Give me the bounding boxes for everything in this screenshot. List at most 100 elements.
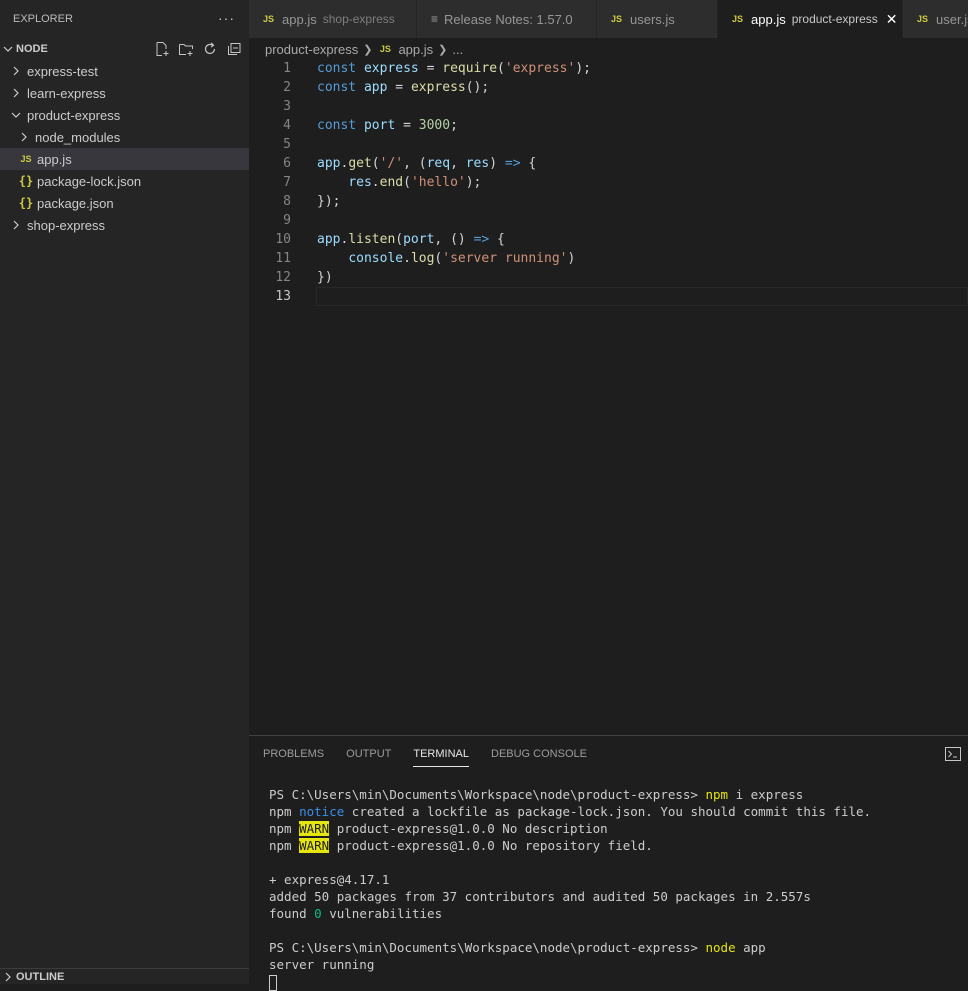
line-number: 11: [275, 251, 291, 266]
code-text: res.end('hello');: [317, 175, 481, 190]
terminal-token: product-express@1.0.0 No description: [329, 821, 608, 836]
terminal-line: [269, 973, 871, 991]
tree-item-app-js[interactable]: JS app.js: [0, 148, 249, 170]
code-line: 4 const port = 3000;: [249, 116, 968, 135]
code-token: get: [348, 156, 372, 171]
terminal-output[interactable]: PS C:\Users\min\Documents\Workspace\node…: [269, 786, 871, 991]
code-token: 'server running': [442, 251, 568, 266]
more-actions-icon[interactable]: ···: [218, 10, 235, 26]
json-file-icon: {}: [18, 174, 34, 188]
tree-item-label: express-test: [27, 63, 98, 79]
code-token: require: [442, 61, 498, 76]
tree-item-learn-express[interactable]: learn-express: [0, 82, 249, 104]
panel-tab-debug-console[interactable]: DEBUG CONSOLE: [491, 740, 587, 766]
outline-title: OUTLINE: [16, 971, 65, 983]
tab-description: shop-express: [322, 12, 395, 26]
tab-description: product-express: [791, 12, 878, 26]
breadcrumb-symbol[interactable]: ...: [452, 42, 463, 57]
code-text: app.listen(port, () => {: [317, 232, 505, 247]
code-token: });: [317, 194, 341, 209]
code-token: express: [363, 61, 419, 76]
code-line: 13: [249, 287, 968, 306]
tree-item-product-express[interactable]: product-express: [0, 104, 249, 126]
tab-user-js[interactable]: JS user.js: [903, 0, 968, 38]
line-number: 2: [283, 80, 291, 95]
breadcrumb-folder[interactable]: product-express: [265, 42, 358, 57]
code-token: console: [348, 251, 404, 266]
terminal-token: WARN: [299, 838, 330, 853]
tab-app-js[interactable]: JS app.js product-express ✕: [718, 0, 903, 38]
panel-tab-problems[interactable]: PROBLEMS: [263, 740, 324, 766]
refresh-icon[interactable]: [201, 40, 219, 58]
terminal-token: npm: [705, 787, 729, 802]
code-line: 5: [249, 135, 968, 154]
explorer-sidebar: EXPLORER ··· NODE express-test learn-expr…: [0, 0, 249, 984]
code-text: const app = express();: [317, 80, 489, 95]
breadcrumb-file[interactable]: app.js: [398, 42, 433, 57]
terminal-token: WARN: [299, 821, 330, 836]
code-token: app: [317, 232, 341, 247]
line-number: 10: [275, 232, 291, 247]
code-token: , (: [403, 156, 427, 171]
code-token: 'express': [504, 61, 576, 76]
collapse-all-icon[interactable]: [225, 40, 243, 58]
terminal-line: npm WARN product-express@1.0.0 No reposi…: [269, 837, 871, 854]
editor-tabs: JS app.js shop-express ≡ Release Notes: 1.57…: [249, 0, 968, 38]
chevron-right-icon: [8, 217, 24, 233]
code-token: 'hello': [410, 175, 466, 190]
terminal-token: notice: [299, 804, 345, 819]
terminal-token: i express: [728, 787, 804, 802]
js-file-icon: JS: [263, 14, 275, 24]
code-token: =: [418, 61, 443, 76]
tab-users-js[interactable]: JS users.js: [597, 0, 718, 38]
new-folder-icon[interactable]: [177, 40, 195, 58]
code-line: 7 res.end('hello');: [249, 173, 968, 192]
code-token: ;: [450, 118, 458, 133]
tree-item-label: package-lock.json: [37, 173, 142, 189]
new-file-icon[interactable]: [153, 40, 171, 58]
workspace-name: NODE: [16, 43, 48, 55]
terminal-line: server running: [269, 956, 871, 973]
tree-item-express-test[interactable]: express-test: [0, 60, 249, 82]
section-actions: [153, 40, 243, 58]
tree-item-shop-express[interactable]: shop-express: [0, 214, 249, 236]
code-token: =>: [504, 156, 521, 171]
code-token: );: [575, 61, 591, 76]
tab-app-js[interactable]: JS app.js shop-express: [249, 0, 417, 38]
panel-tab-output[interactable]: OUTPUT: [346, 740, 391, 766]
terminal-icon[interactable]: [944, 746, 962, 762]
tree-item-label: shop-express: [27, 217, 106, 233]
panel-tab-terminal[interactable]: TERMINAL: [413, 740, 469, 767]
code-text: }): [317, 270, 333, 285]
terminal-line: + express@4.17.1: [269, 871, 871, 888]
line-number: 3: [283, 99, 291, 114]
outline-section[interactable]: OUTLINE: [0, 968, 249, 984]
tree-item-package-lock-json[interactable]: {} package-lock.json: [0, 170, 249, 192]
code-text: });: [317, 194, 340, 209]
tab-label: Release Notes: 1.57.0: [444, 11, 573, 27]
code-line: 11 console.log('server running'): [249, 249, 968, 268]
code-token: ): [567, 251, 576, 266]
tree-item-label: learn-express: [27, 85, 106, 101]
close-icon[interactable]: ✕: [886, 11, 898, 28]
tab-release-notes-1-57-0[interactable]: ≡ Release Notes: 1.57.0: [417, 0, 597, 38]
line-number: 7: [283, 175, 291, 190]
code-token: (: [395, 232, 404, 247]
line-number: 8: [283, 194, 291, 209]
workspace-section-header[interactable]: NODE: [0, 38, 249, 60]
tab-label: app.js: [282, 11, 317, 27]
terminal-token: vulnerabilities: [321, 906, 443, 921]
terminal-token: 0: [314, 906, 322, 921]
code-line: 3: [249, 97, 968, 116]
chevron-down-icon: [0, 41, 16, 57]
line-number: 6: [283, 156, 291, 171]
code-line: 12}): [249, 268, 968, 287]
code-editor[interactable]: 1 const express = require('express'); 2 con…: [249, 59, 968, 306]
tree-item-package-json[interactable]: {} package.json: [0, 192, 249, 214]
code-token: end: [379, 175, 404, 190]
code-token: listen: [348, 232, 396, 247]
code-line: 10 app.listen(port, () => {: [249, 230, 968, 249]
code-token: =>: [473, 232, 490, 247]
tree-item-node-modules[interactable]: node_modules: [0, 126, 249, 148]
